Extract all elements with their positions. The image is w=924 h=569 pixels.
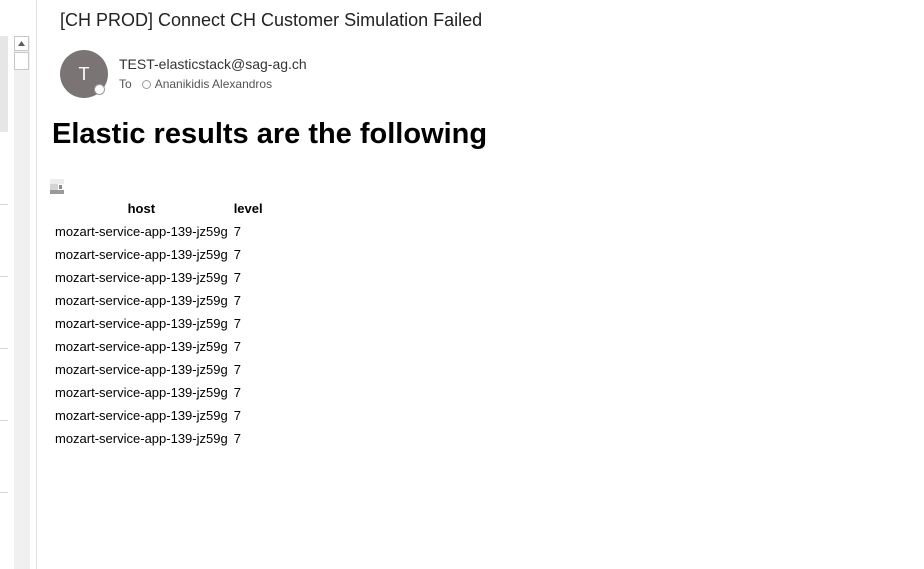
level-cell: 7 xyxy=(233,339,241,354)
selected-message-highlight[interactable] xyxy=(0,36,8,132)
list-divider xyxy=(0,420,8,421)
host-cell: mozart-service-app-139-jz59g xyxy=(55,362,228,377)
list-divider xyxy=(0,348,8,349)
table-row: mozart-service-app-139-jz59g 7 xyxy=(52,220,266,243)
scroll-up-button[interactable] xyxy=(14,36,29,51)
column-header-level: level xyxy=(233,201,263,216)
host-cell: mozart-service-app-139-jz59g xyxy=(55,431,228,446)
level-cell: 7 xyxy=(233,293,241,308)
table-row: mozart-service-app-139-jz59g 7 xyxy=(52,427,266,450)
level-cell: 7 xyxy=(233,362,241,377)
table-row: mozart-service-app-139-jz59g 7 xyxy=(52,381,266,404)
level-cell: 7 xyxy=(233,385,241,400)
recipient-name[interactable]: Ananikidis Alexandros xyxy=(155,77,272,91)
table-row: mozart-service-app-139-jz59g 7 xyxy=(52,266,266,289)
level-cell: 7 xyxy=(233,408,241,423)
avatar-initial: T xyxy=(78,63,90,84)
recipients-line: To Ananikidis Alexandros xyxy=(119,77,272,91)
table-row: mozart-service-app-139-jz59g 7 xyxy=(52,358,266,381)
list-scrollbar[interactable] xyxy=(14,36,30,569)
host-cell: mozart-service-app-139-jz59g xyxy=(55,316,228,331)
outlook-window: [CH PROD] Connect CH Customer Simulation… xyxy=(0,0,924,569)
list-divider xyxy=(0,492,8,493)
host-cell: mozart-service-app-139-jz59g xyxy=(55,247,228,262)
body-heading: Elastic results are the following xyxy=(52,118,488,150)
to-label: To xyxy=(119,77,132,91)
table-row: mozart-service-app-139-jz59g 7 xyxy=(52,404,266,427)
host-cell: mozart-service-app-139-jz59g xyxy=(55,224,228,239)
level-cell: 7 xyxy=(233,247,241,262)
host-cell: mozart-service-app-139-jz59g xyxy=(55,270,228,285)
host-cell: mozart-service-app-139-jz59g xyxy=(55,293,228,308)
presence-status-icon xyxy=(141,79,151,89)
results-table: host level mozart-service-app-139-jz59g … xyxy=(52,197,266,450)
presence-status-icon xyxy=(94,84,105,95)
scrollbar-thumb[interactable] xyxy=(14,52,29,70)
broken-image-icon xyxy=(50,179,64,194)
level-cell: 7 xyxy=(233,224,241,239)
column-header-host: host xyxy=(127,201,156,216)
table-row: mozart-service-app-139-jz59g 7 xyxy=(52,243,266,266)
table-row: mozart-service-app-139-jz59g 7 xyxy=(52,312,266,335)
table-header-row: host level xyxy=(52,197,266,220)
chevron-up-icon xyxy=(18,41,25,46)
host-cell: mozart-service-app-139-jz59g xyxy=(55,385,228,400)
level-cell: 7 xyxy=(233,431,241,446)
message-list-pane xyxy=(0,0,37,569)
list-divider xyxy=(0,204,8,205)
table-row: mozart-service-app-139-jz59g 7 xyxy=(52,335,266,358)
sender-address[interactable]: TEST-elasticstack@sag-ag.ch xyxy=(119,56,307,72)
level-cell: 7 xyxy=(233,316,241,331)
host-cell: mozart-service-app-139-jz59g xyxy=(55,339,228,354)
host-cell: mozart-service-app-139-jz59g xyxy=(55,408,228,423)
list-divider xyxy=(0,276,8,277)
level-cell: 7 xyxy=(233,270,241,285)
table-row: mozart-service-app-139-jz59g 7 xyxy=(52,289,266,312)
email-subject: [CH PROD] Connect CH Customer Simulation… xyxy=(60,10,483,30)
